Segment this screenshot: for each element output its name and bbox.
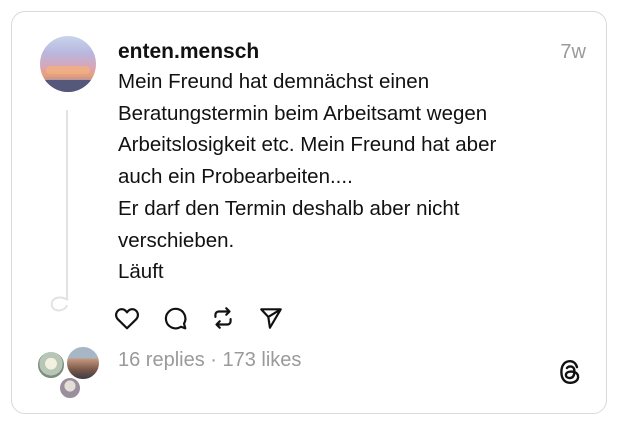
post-line: verschieben. xyxy=(118,228,235,252)
avatar-cloud xyxy=(46,66,90,74)
author-username[interactable]: enten.mensch xyxy=(118,40,259,64)
author-avatar[interactable] xyxy=(40,36,96,92)
comment-icon xyxy=(164,307,187,330)
reply-button[interactable] xyxy=(162,303,210,333)
thread-loop-icon xyxy=(50,296,69,312)
replier-avatar[interactable] xyxy=(58,376,82,400)
like-button[interactable] xyxy=(114,303,162,333)
action-bar xyxy=(114,303,306,333)
replier-avatar[interactable] xyxy=(36,350,66,380)
post-line: Er darf den Termin deshalb aber nicht xyxy=(118,196,460,220)
share-button[interactable] xyxy=(258,303,306,333)
post-line: auch ein Probearbeiten.... xyxy=(118,165,353,189)
repost-button[interactable] xyxy=(210,303,258,333)
send-icon xyxy=(260,308,282,329)
thread-line xyxy=(66,110,68,300)
threads-logo-icon[interactable] xyxy=(557,358,583,386)
avatar-ground xyxy=(40,80,96,92)
post-line: Läuft xyxy=(118,260,164,284)
heart-icon xyxy=(115,308,139,330)
post-line: Beratungstermin beim Arbeitsamt wegen xyxy=(118,101,488,125)
post-stats[interactable]: 16 replies · 173 likes xyxy=(118,349,301,372)
post-time[interactable]: 7w xyxy=(560,41,586,64)
repost-icon xyxy=(214,307,232,329)
post-text: Mein Freund hat demnächst einen Beratung… xyxy=(118,66,588,288)
post-line: Arbeitslosigkeit etc. Mein Freund hat ab… xyxy=(118,133,497,157)
post-line: Mein Freund hat demnächst einen xyxy=(118,70,430,93)
